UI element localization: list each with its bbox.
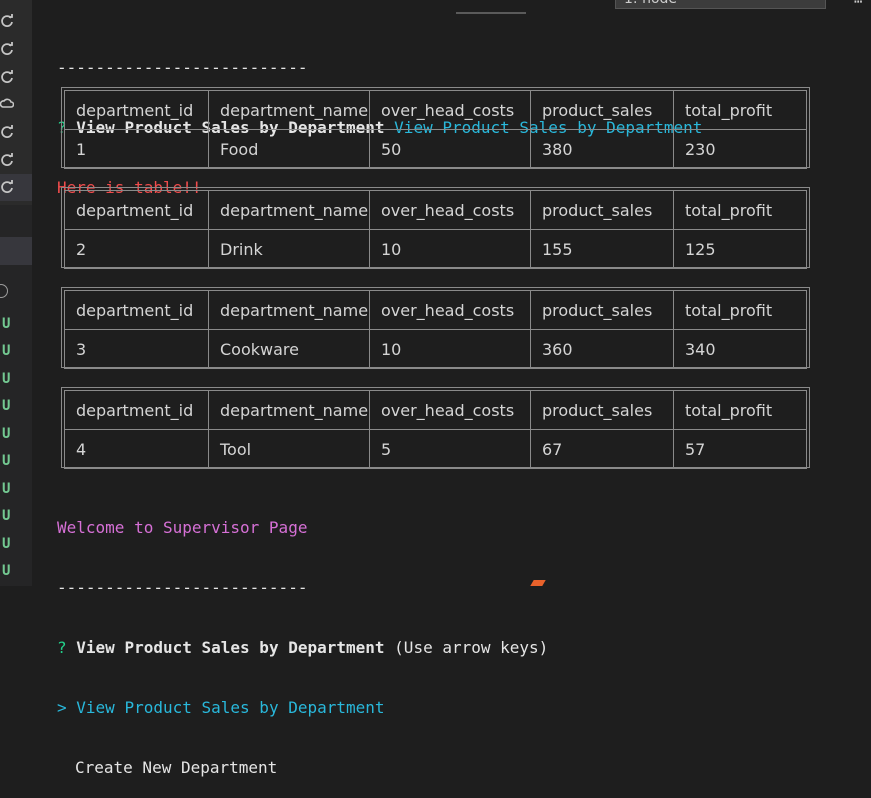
untracked-badge: U [2, 453, 11, 469]
header-product-sales: product_sales [530, 390, 674, 430]
divider-line: -------------------------- [57, 58, 308, 77]
refresh-icon[interactable] [0, 180, 14, 194]
menu-pointer-icon: > [57, 698, 67, 717]
cell-department-name: Food [208, 129, 370, 169]
header-total-profit: total_profit [673, 90, 807, 130]
scrollbar-thumb[interactable] [456, 12, 526, 14]
table-row: 1 Food 50 380 230 [64, 129, 807, 169]
header-total-profit: total_profit [673, 290, 807, 330]
circle-icon[interactable] [0, 284, 8, 298]
cell-total-profit: 340 [673, 329, 807, 369]
cell-over-head-costs: 50 [369, 129, 531, 169]
table-row: 2 Drink 10 155 125 [64, 229, 807, 269]
cell-department-id: 4 [64, 429, 209, 469]
refresh-icon[interactable] [0, 42, 14, 56]
prompt-hint: (Use arrow keys) [394, 638, 549, 657]
cell-department-name: Tool [208, 429, 370, 469]
untracked-badge: U [2, 426, 11, 442]
cell-over-head-costs: 10 [369, 329, 531, 369]
header-department-name: department_name [208, 90, 370, 130]
cell-department-id: 2 [64, 229, 209, 269]
refresh-icon[interactable] [0, 70, 14, 84]
header-department-name: department_name [208, 390, 370, 430]
header-over-head-costs: over_head_costs [369, 90, 531, 130]
header-total-profit: total_profit [673, 190, 807, 230]
untracked-badge: U [2, 316, 11, 332]
header-department-id: department_id [64, 90, 209, 130]
department-table: department_id department_name over_head_… [61, 387, 810, 469]
cell-total-profit: 57 [673, 429, 807, 469]
header-department-id: department_id [64, 190, 209, 230]
header-product-sales: product_sales [530, 190, 674, 230]
cell-over-head-costs: 10 [369, 229, 531, 269]
cell-product-sales: 380 [530, 129, 674, 169]
panel-bottom-edge [32, 577, 871, 586]
refresh-icon[interactable] [0, 125, 14, 139]
cell-department-id: 3 [64, 329, 209, 369]
header-product-sales: product_sales [530, 290, 674, 330]
header-over-head-costs: over_head_costs [369, 290, 531, 330]
cell-total-profit: 125 [673, 229, 807, 269]
untracked-badge: U [2, 508, 11, 524]
terminal-selector-dropdown[interactable]: 1: node [615, 0, 826, 9]
cell-department-name: Drink [208, 229, 370, 269]
explorer-gutter: U U U U U U U U U U [0, 0, 32, 586]
menu-item[interactable]: Create New Department [57, 758, 871, 778]
header-product-sales: product_sales [530, 90, 674, 130]
untracked-badge: U [2, 563, 11, 579]
header-total-profit: total_profit [673, 390, 807, 430]
department-table: department_id department_name over_head_… [61, 87, 810, 169]
cell-over-head-costs: 5 [369, 429, 531, 469]
table-header-row: department_id department_name over_head_… [64, 390, 807, 430]
department-table: department_id department_name over_head_… [61, 187, 810, 269]
untracked-badge: U [2, 343, 11, 359]
header-department-id: department_id [64, 390, 209, 430]
table-header-row: department_id department_name over_head_… [64, 290, 807, 330]
gutter-separator-row [0, 237, 32, 265]
header-over-head-costs: over_head_costs [369, 390, 531, 430]
cell-product-sales: 67 [530, 429, 674, 469]
table-header-row: department_id department_name over_head_… [64, 90, 807, 130]
welcome-message: Welcome to Supervisor Page [57, 518, 308, 537]
cell-department-id: 1 [64, 129, 209, 169]
table-header-row: department_id department_name over_head_… [64, 190, 807, 230]
untracked-badge: U [2, 536, 11, 552]
terminal-output-lower[interactable]: Welcome to Supervisor Page -------------… [57, 478, 871, 798]
prompt-text: View Product Sales by Department [76, 638, 385, 657]
cell-product-sales: 155 [530, 229, 674, 269]
table-row: 4 Tool 5 67 57 [64, 429, 807, 469]
untracked-badge: U [2, 481, 11, 497]
cloud-sync-icon[interactable] [0, 97, 14, 111]
untracked-badge: U [2, 371, 11, 387]
header-department-name: department_name [208, 190, 370, 230]
table-row: 3 Cookware 10 360 340 [64, 329, 807, 369]
menu-item-label: View Product Sales by Department [76, 698, 385, 717]
refresh-icon[interactable] [0, 153, 14, 167]
menu-item-selected[interactable]: > View Product Sales by Department [57, 698, 871, 718]
header-department-name: department_name [208, 290, 370, 330]
cell-total-profit: 230 [673, 129, 807, 169]
header-department-id: department_id [64, 290, 209, 330]
prompt-line: ? View Product Sales by Department (Use … [57, 638, 871, 658]
cell-department-name: Cookware [208, 329, 370, 369]
header-over-head-costs: over_head_costs [369, 190, 531, 230]
more-actions-icon[interactable]: ⋯ [854, 0, 862, 10]
refresh-icon[interactable] [0, 14, 14, 28]
prompt-question-mark: ? [57, 638, 67, 657]
cell-product-sales: 360 [530, 329, 674, 369]
untracked-badge: U [2, 398, 11, 414]
department-table: department_id department_name over_head_… [61, 287, 810, 369]
